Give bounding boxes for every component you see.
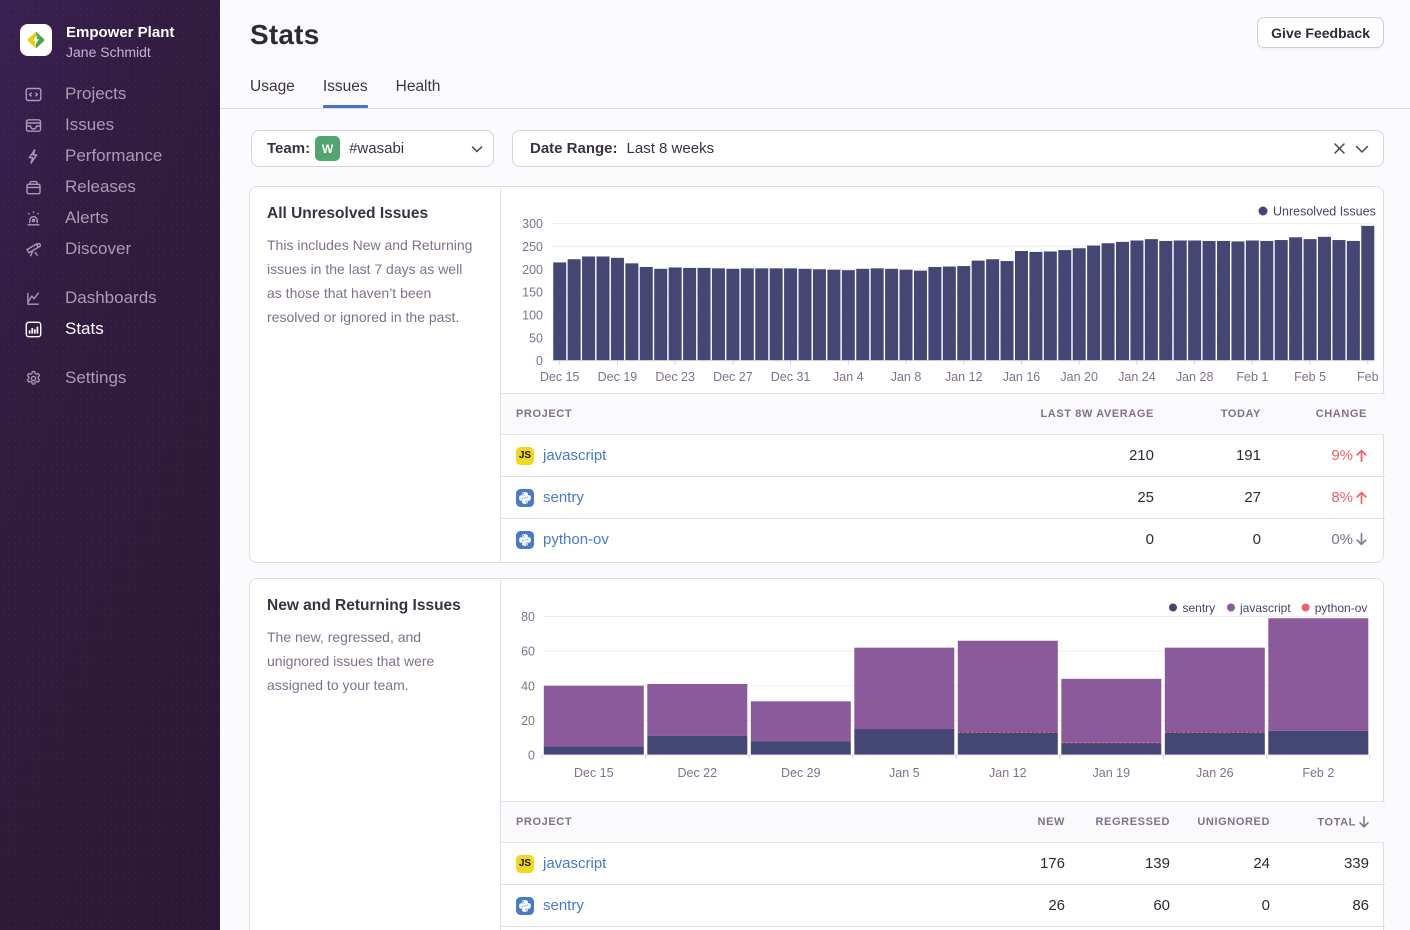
- svg-text:Dec 23: Dec 23: [655, 370, 695, 384]
- svg-text:Dec 15: Dec 15: [574, 766, 614, 780]
- svg-text:Dec 31: Dec 31: [771, 370, 811, 384]
- svg-text:60: 60: [521, 645, 535, 659]
- svg-text:Unresolved Issues: Unresolved Issues: [1273, 205, 1376, 219]
- svg-text:250: 250: [522, 240, 543, 254]
- svg-text:python-ov: python-ov: [1315, 601, 1368, 615]
- svg-text:Jan 19: Jan 19: [1093, 766, 1131, 780]
- svg-text:100: 100: [522, 308, 543, 322]
- svg-text:Jan 12: Jan 12: [945, 370, 983, 384]
- svg-text:Dec 22: Dec 22: [677, 766, 717, 780]
- svg-text:Feb: Feb: [1357, 370, 1379, 384]
- svg-text:0: 0: [536, 354, 543, 368]
- svg-text:Dec 27: Dec 27: [713, 370, 753, 384]
- svg-text:20: 20: [521, 714, 535, 728]
- svg-text:Jan 16: Jan 16: [1003, 370, 1041, 384]
- svg-text:Dec 29: Dec 29: [781, 766, 821, 780]
- svg-text:150: 150: [522, 286, 543, 300]
- svg-text:40: 40: [521, 679, 535, 693]
- svg-text:200: 200: [522, 263, 543, 277]
- svg-text:300: 300: [522, 217, 543, 231]
- svg-text:Jan 12: Jan 12: [989, 766, 1027, 780]
- svg-text:javascript: javascript: [1239, 601, 1291, 615]
- svg-text:Dec 15: Dec 15: [540, 370, 580, 384]
- svg-text:Feb 2: Feb 2: [1302, 766, 1334, 780]
- svg-text:Jan 24: Jan 24: [1118, 370, 1156, 384]
- svg-text:Jan 8: Jan 8: [891, 370, 922, 384]
- svg-text:Jan 5: Jan 5: [889, 766, 920, 780]
- svg-text:Jan 28: Jan 28: [1176, 370, 1214, 384]
- svg-text:Jan 20: Jan 20: [1060, 370, 1098, 384]
- svg-text:sentry: sentry: [1183, 601, 1216, 615]
- svg-text:Dec 19: Dec 19: [598, 370, 638, 384]
- svg-text:0: 0: [528, 749, 535, 763]
- svg-text:50: 50: [529, 331, 543, 345]
- svg-text:Feb 5: Feb 5: [1294, 370, 1326, 384]
- svg-text:Jan 26: Jan 26: [1196, 766, 1234, 780]
- svg-text:Feb 1: Feb 1: [1236, 370, 1268, 384]
- svg-text:Jan 4: Jan 4: [833, 370, 864, 384]
- svg-text:80: 80: [521, 610, 535, 624]
